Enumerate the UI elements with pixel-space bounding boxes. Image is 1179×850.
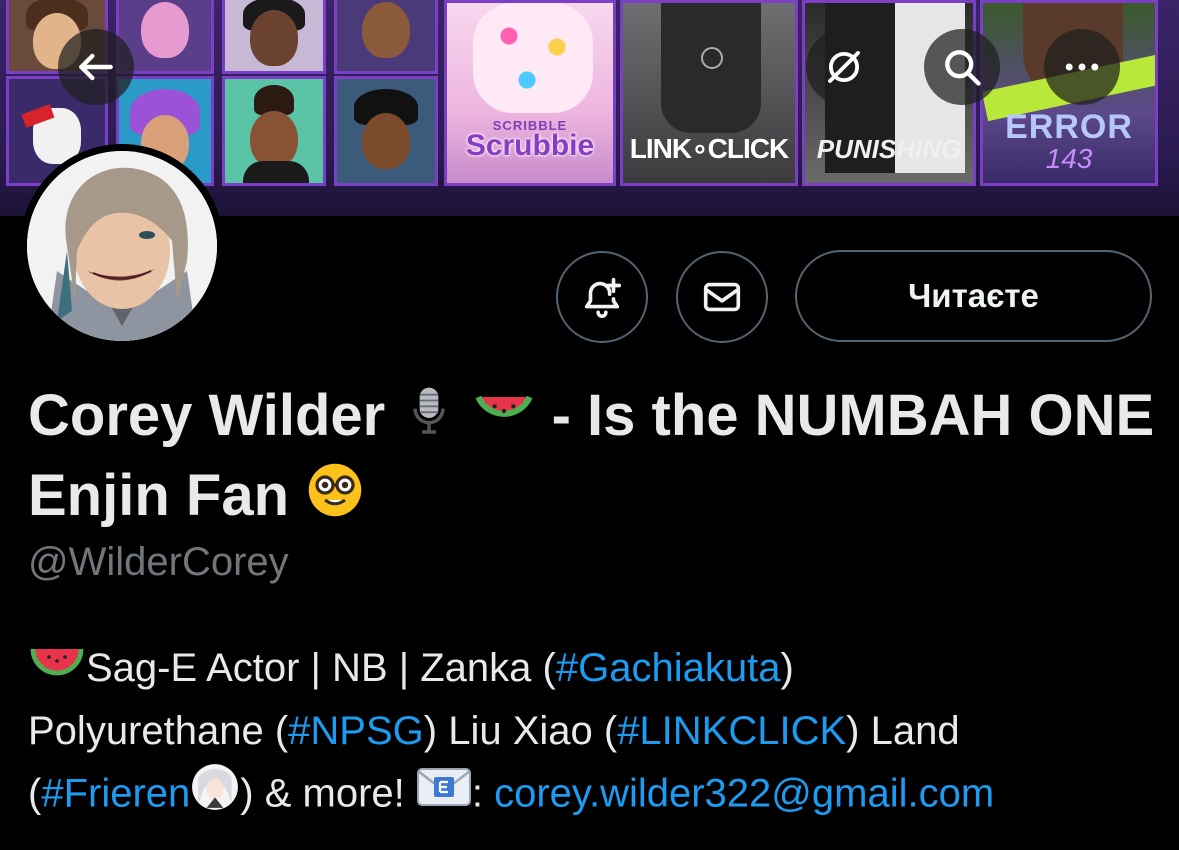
search-button[interactable] <box>924 29 1000 105</box>
poster-title: ERROR <box>1005 108 1133 146</box>
bio-text: Sag-E Actor | NB | Zanka ( <box>86 646 556 690</box>
hashtag-link[interactable]: #Frieren <box>41 772 190 816</box>
poster-number: 143 <box>1045 143 1093 174</box>
envelope-emoji-icon <box>416 765 472 827</box>
bio-text: ( <box>28 771 42 816</box>
display-name-part1: Corey Wilder <box>28 383 386 448</box>
poster-title: LINK∘CLICK <box>629 133 789 164</box>
watermelon-emoji-icon <box>473 382 535 458</box>
grok-button[interactable] <box>806 29 882 105</box>
following-button[interactable]: Читаєте <box>795 250 1152 342</box>
grok-icon <box>828 51 860 83</box>
banner-tile <box>334 76 438 186</box>
bio-text: ) Liu Xiao ( <box>423 708 618 753</box>
message-button[interactable] <box>676 251 768 343</box>
hashtag-link[interactable]: #LINKCLICK <box>617 709 846 753</box>
watermelon-emoji-icon <box>28 640 86 701</box>
frieren-emoji-icon <box>190 762 240 830</box>
banner-tile <box>334 0 438 74</box>
bio-line-3: (#Frieren ) & more! : corey.wilder322@gm… <box>28 762 1168 830</box>
hashtag-link[interactable]: #NPSG <box>288 709 424 753</box>
user-handle: @WilderCorey <box>28 540 289 584</box>
bio-text: ) <box>780 646 794 690</box>
bio-text: ) Land <box>846 708 960 753</box>
bio-text: ) & more! <box>240 771 416 816</box>
envelope-icon <box>703 282 741 312</box>
banner-poster-linkclick: LINK∘CLICK <box>620 0 798 186</box>
banner-poster-scribble: SCRIBBLE Scrubbie <box>444 0 616 186</box>
avatar[interactable] <box>20 144 224 348</box>
microphone-emoji-icon <box>401 382 457 458</box>
bio-text: : <box>471 771 495 816</box>
notifications-button[interactable] <box>556 251 648 343</box>
search-icon <box>945 50 981 86</box>
arrow-left-icon <box>79 53 113 81</box>
back-button[interactable] <box>58 29 134 105</box>
more-horizontal-icon <box>1065 63 1099 71</box>
bell-plus-icon <box>584 277 622 318</box>
poster-title: Scrubbie <box>465 129 595 162</box>
bio: Sag-E Actor | NB | Zanka (#Gachiakuta) P… <box>28 638 1168 830</box>
bio-text: Polyurethane ( <box>28 708 289 753</box>
poster-title: PUNISHING <box>816 134 962 164</box>
bio-line-1: Sag-E Actor | NB | Zanka (#Gachiakuta) <box>28 638 1168 701</box>
more-button[interactable] <box>1044 29 1120 105</box>
display-name: Corey Wilder - Is the NUMBAH ONE Enjin F… <box>28 378 1158 539</box>
hashtag-link[interactable]: #Gachiakuta <box>556 646 781 690</box>
avatar-image <box>27 151 217 341</box>
nerd-face-emoji-icon <box>305 460 365 539</box>
banner-tile <box>222 76 326 186</box>
email-link[interactable]: corey.wilder322@gmail.com <box>494 772 994 816</box>
bio-line-2: Polyurethane (#NPSG) Liu Xiao (#LINKCLIC… <box>28 701 1168 762</box>
banner-tile <box>222 0 326 74</box>
